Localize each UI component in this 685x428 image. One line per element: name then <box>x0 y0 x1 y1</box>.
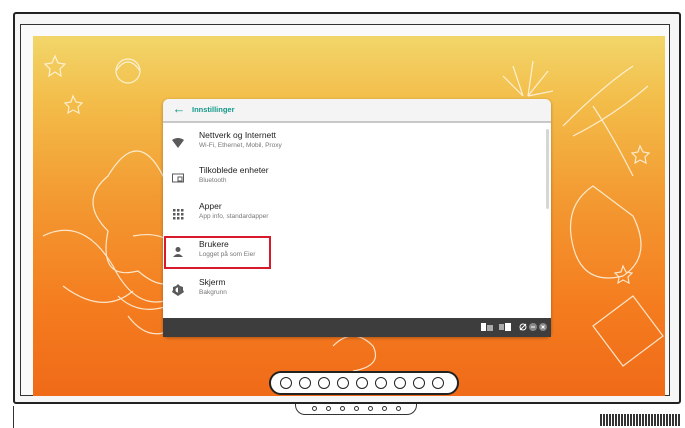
app-dock <box>269 371 459 395</box>
wifi-icon <box>172 138 184 148</box>
dock-app-slot[interactable] <box>432 377 444 389</box>
settings-item-title: Tilkoblede enheter <box>199 165 269 175</box>
settings-item-title: Apper <box>199 201 222 211</box>
display-edge <box>0 406 14 428</box>
hardware-button[interactable] <box>312 406 317 411</box>
hardware-button[interactable] <box>368 406 373 411</box>
settings-item-network[interactable]: Nettverk og Internett Wi-Fi, Ethernet, M… <box>163 126 551 160</box>
selection-highlight <box>164 236 271 269</box>
dock-app-slot[interactable] <box>299 377 311 389</box>
app-bar: ← Innstillinger <box>163 99 551 123</box>
window-taskbar <box>163 318 551 337</box>
settings-item-display[interactable]: Skjerm Bakgrunn <box>163 273 551 307</box>
hardware-button[interactable] <box>382 406 387 411</box>
dock-app-slot[interactable] <box>356 377 368 389</box>
settings-window: ← Innstillinger Nettverk og Internett Wi… <box>163 99 551 337</box>
rotate-icon[interactable] <box>519 323 527 331</box>
window-layout-icon[interactable] <box>499 323 511 331</box>
dock-app-slot[interactable] <box>280 377 292 389</box>
dock-app-slot[interactable] <box>413 377 425 389</box>
brightness-icon <box>172 284 184 296</box>
dock-app-slot[interactable] <box>394 377 406 389</box>
settings-item-subtitle: App info, standardapper <box>199 213 269 220</box>
settings-item-title: Nettverk og Internett <box>199 130 277 140</box>
dock-app-slot[interactable] <box>337 377 349 389</box>
settings-item-connected-devices[interactable]: Tilkoblede enheter Bluetooth <box>163 161 551 195</box>
back-arrow-icon[interactable]: ← <box>172 102 186 116</box>
hardware-button[interactable] <box>326 406 331 411</box>
connected-devices-icon <box>172 173 184 183</box>
settings-item-subtitle: Bluetooth <box>199 177 227 184</box>
settings-item-subtitle: Wi-Fi, Ethernet, Mobil, Proxy <box>199 142 282 149</box>
settings-item-title: Skjerm <box>199 277 226 287</box>
split-view-icon[interactable] <box>481 323 493 331</box>
page-title: Innstillinger <box>192 105 235 114</box>
settings-item-subtitle: Bakgrunn <box>199 289 227 296</box>
hardware-button[interactable] <box>354 406 359 411</box>
settings-item-apps[interactable]: Apper App info, standardapper <box>163 197 551 231</box>
dock-app-slot[interactable] <box>318 377 330 389</box>
hardware-button[interactable] <box>396 406 401 411</box>
speaker-vent <box>600 414 680 426</box>
display-stand <box>295 404 417 415</box>
hardware-button[interactable] <box>340 406 345 411</box>
dock-app-slot[interactable] <box>375 377 387 389</box>
close-icon[interactable] <box>539 323 547 331</box>
apps-grid-icon <box>173 209 184 220</box>
minimize-icon[interactable] <box>529 323 537 331</box>
